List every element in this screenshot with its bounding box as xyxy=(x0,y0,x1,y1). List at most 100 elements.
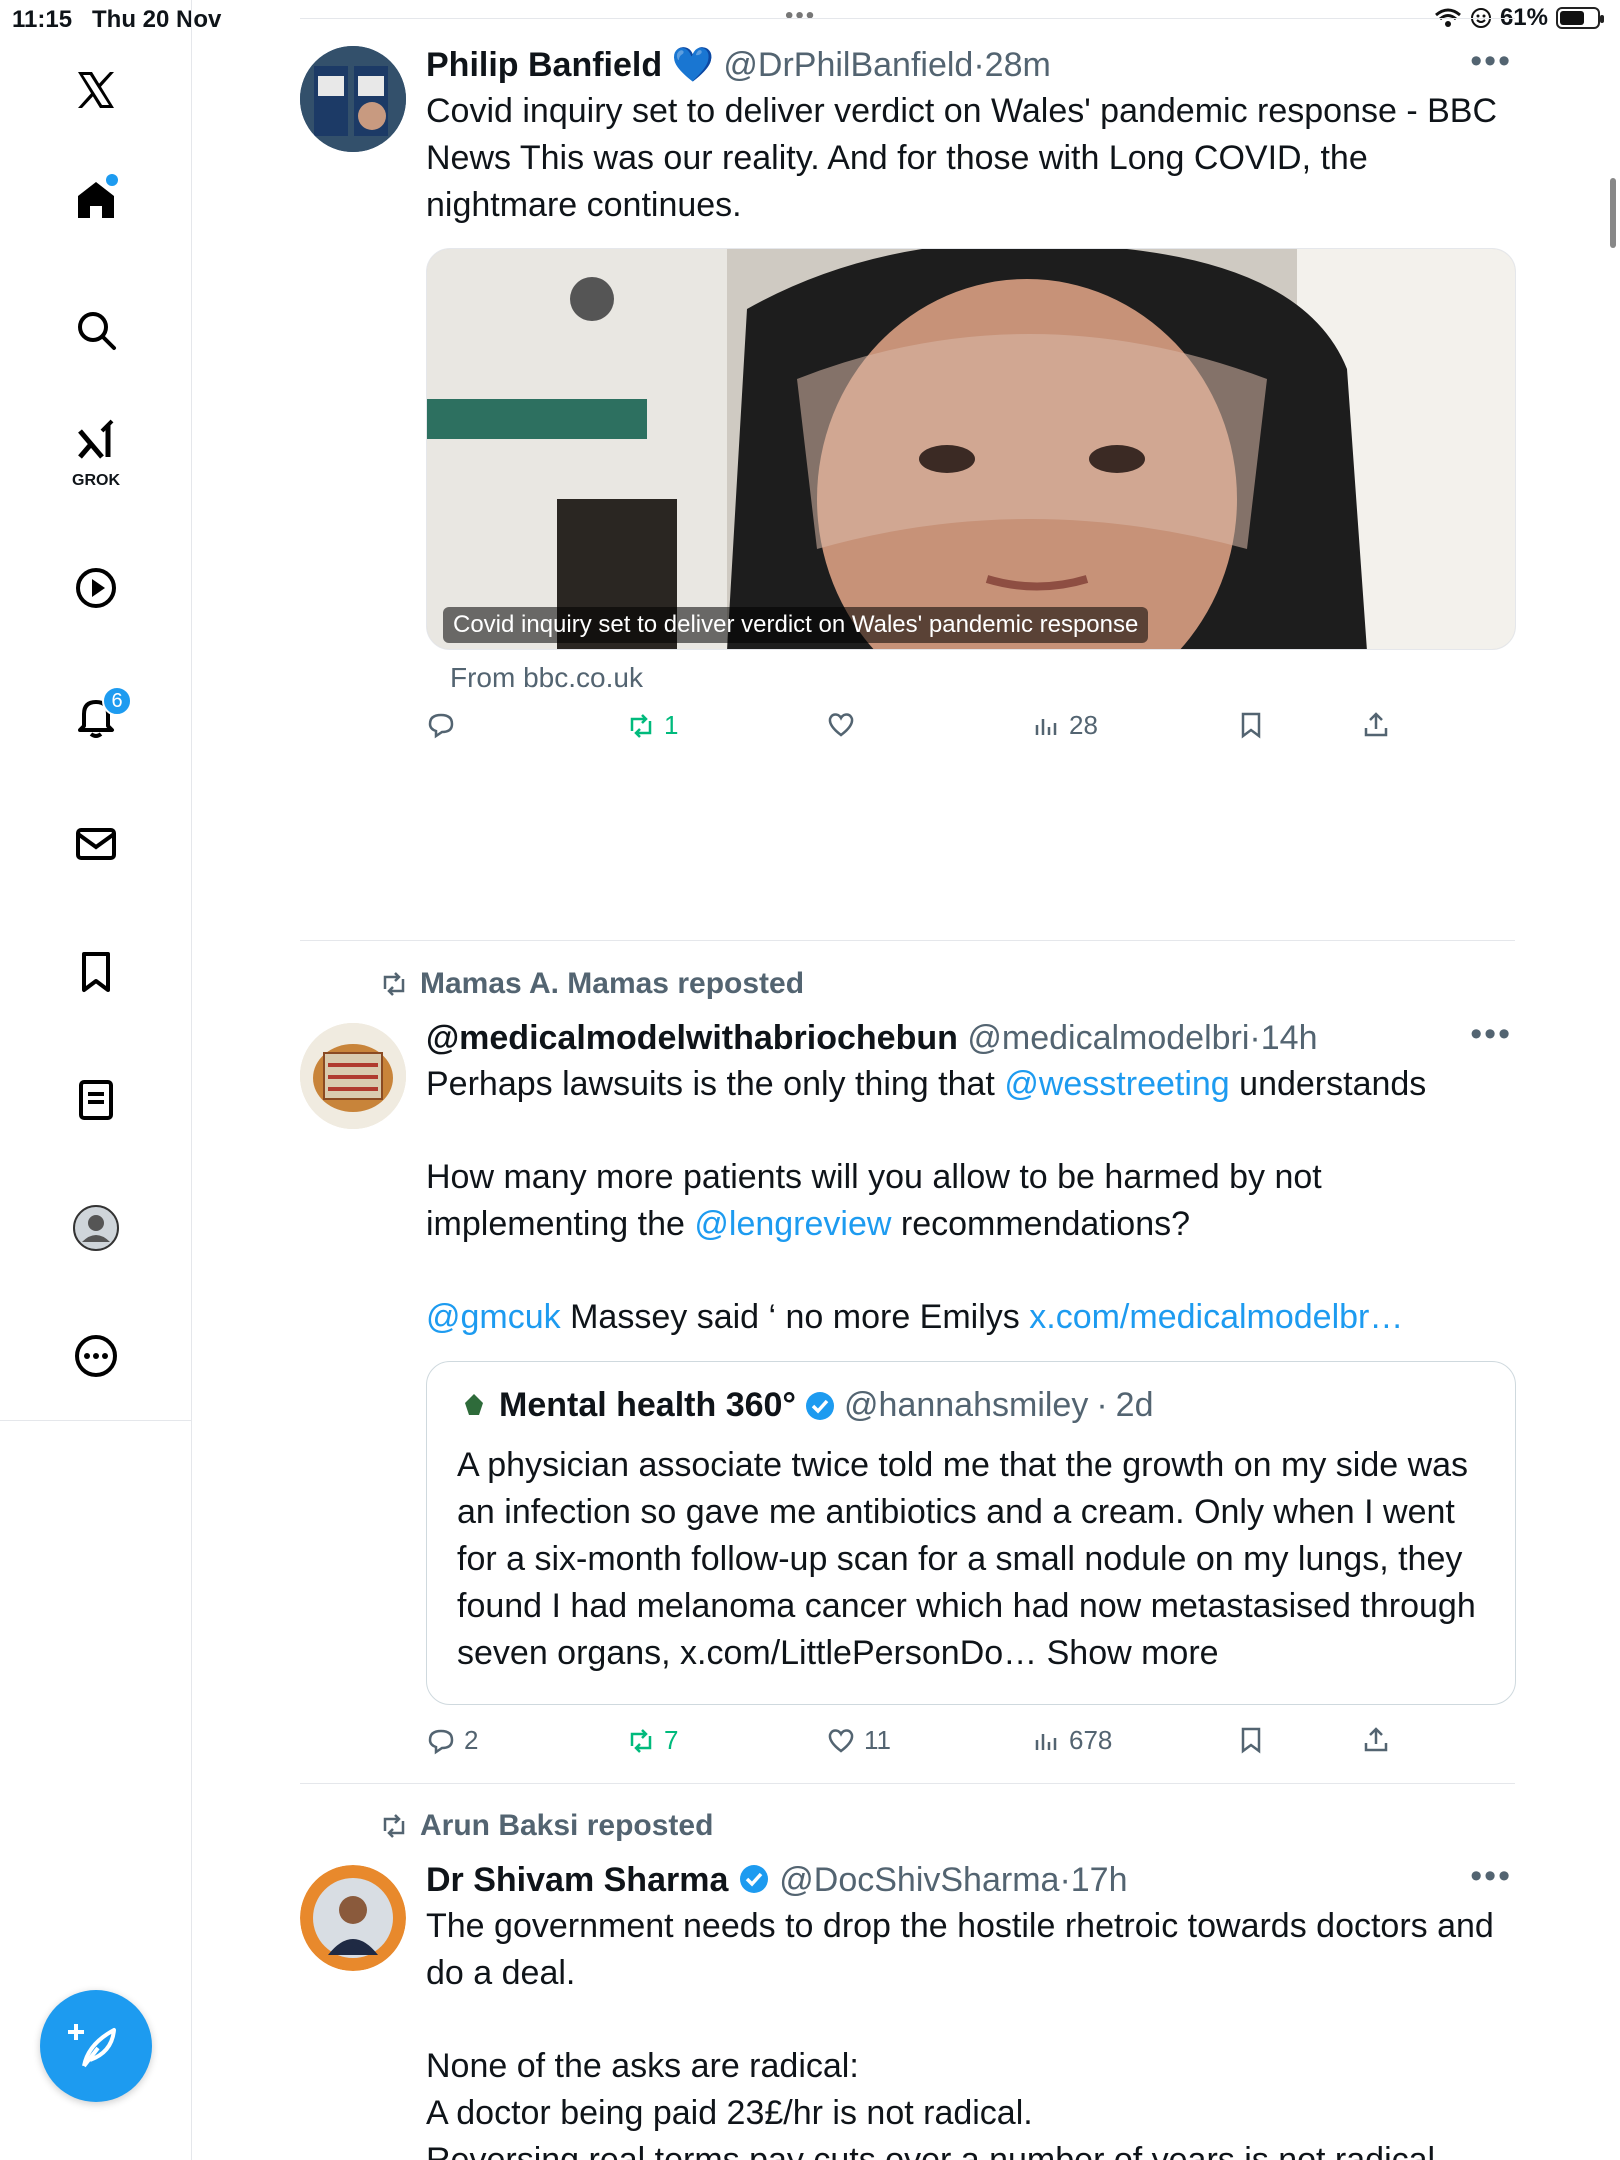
mention-link[interactable]: @wesstreeting xyxy=(1004,1065,1229,1103)
x-logo-icon[interactable] xyxy=(56,50,136,130)
author-handle[interactable]: @medicalmodelbri xyxy=(967,1019,1249,1057)
compose-feather-icon xyxy=(68,2024,116,2068)
author-handle[interactable]: @DocShivSharma xyxy=(779,1861,1059,1899)
post-content: @medicalmodelwithabriochebun @medicalmod… xyxy=(426,1015,1516,1755)
bookmark-button[interactable] xyxy=(1236,1725,1266,1755)
dot-separator: · xyxy=(1096,1386,1108,1424)
repost-icon xyxy=(630,1728,652,1753)
like-button[interactable]: 11 xyxy=(826,1725,891,1756)
link-card[interactable]: Covid inquiry set to deliver verdict on … xyxy=(426,248,1516,650)
quote-time[interactable]: 2d xyxy=(1116,1386,1154,1425)
post-time[interactable]: 28m xyxy=(985,46,1051,84)
views-count: 678 xyxy=(1069,1725,1113,1755)
mention-link[interactable]: @lengreview xyxy=(694,1205,891,1243)
reply-icon xyxy=(428,1729,454,1754)
sidebar-item-messages[interactable] xyxy=(56,804,136,884)
reply-button[interactable] xyxy=(426,710,464,740)
views-button[interactable]: 678 xyxy=(1031,1725,1112,1756)
multitask-dots-icon[interactable]: ••• xyxy=(785,2,816,30)
sidebar-item-home[interactable] xyxy=(56,160,136,240)
battery-icon xyxy=(1556,7,1604,29)
share-button[interactable] xyxy=(1361,710,1391,740)
dot-separator: · xyxy=(1249,1019,1261,1057)
post-text: The government needs to drop the hostile… xyxy=(426,1907,1494,1992)
author-handle[interactable]: @DrPhilBanfield xyxy=(723,46,973,84)
verified-badge-icon xyxy=(806,1391,835,1420)
avatar[interactable] xyxy=(300,1865,406,1971)
post-text-paragraph-2: How many more patients will you allow to… xyxy=(426,1154,1516,1248)
reposted-by[interactable]: Arun Baksi reposted xyxy=(420,1809,713,1843)
sidebar-item-bookmarks[interactable] xyxy=(56,932,136,1012)
dot-separator: · xyxy=(1059,1861,1071,1899)
sidebar-item-video[interactable] xyxy=(56,548,136,628)
quote-author-handle[interactable]: @hannahsmiley xyxy=(844,1386,1088,1425)
text-part: Massey said ‘ no more Emilys xyxy=(560,1298,1030,1336)
verified-badge-icon xyxy=(739,1865,768,1893)
post-time[interactable]: 14h xyxy=(1261,1019,1318,1057)
heart-icon xyxy=(828,1728,854,1753)
like-button[interactable] xyxy=(826,710,864,740)
reply-button[interactable]: 2 xyxy=(426,1725,478,1756)
quote-avatar xyxy=(458,1389,490,1422)
bookmark-icon xyxy=(82,952,110,992)
quote-author-name[interactable]: Mental health 360° xyxy=(499,1386,796,1425)
post-content: Philip Banfield 💙 @DrPhilBanfield·28m ••… xyxy=(426,42,1516,740)
mention-link[interactable]: @gmcuk xyxy=(426,1298,561,1336)
author-name[interactable]: Philip Banfield xyxy=(426,46,662,84)
scrollbar[interactable] xyxy=(1610,178,1616,248)
views-count: 28 xyxy=(1069,710,1098,740)
post-header: Philip Banfield 💙 @DrPhilBanfield·28m xyxy=(426,42,1516,88)
sidebar-item-search[interactable] xyxy=(56,290,136,370)
post-divider xyxy=(300,940,1515,941)
author-name[interactable]: @medicalmodelwithabriochebun xyxy=(426,1019,958,1057)
post-text-paragraph-3: @gmcuk Massey said ‘ no more Emilys x.co… xyxy=(426,1294,1516,1341)
card-source[interactable]: From bbc.co.uk xyxy=(450,662,643,694)
notifications-badge: 6 xyxy=(102,686,132,716)
status-bar: 11:15 Thu 20 Nov ••• 61% xyxy=(0,0,1620,40)
post-actions: 2 7 11 678 xyxy=(426,1725,1426,1765)
views-button[interactable]: 28 xyxy=(1031,710,1098,741)
repost-button[interactable]: 1 xyxy=(626,710,678,741)
repost-button[interactable]: 7 xyxy=(626,1725,678,1756)
heart-icon xyxy=(828,713,854,737)
home-unread-dot xyxy=(106,174,118,186)
repost-context: Mamas A. Mamas reposted xyxy=(378,967,804,1001)
avatar[interactable] xyxy=(300,46,406,152)
share-button[interactable] xyxy=(1361,1725,1391,1755)
reposted-by[interactable]: Mamas A. Mamas reposted xyxy=(420,967,804,1001)
author-name[interactable]: Dr Shivam Sharma xyxy=(426,1861,728,1899)
text-part: recommendations? xyxy=(891,1205,1191,1243)
post-header: Dr Shivam Sharma @DocShivSharma·17h xyxy=(426,1857,1516,1903)
more-options-icon[interactable]: ••• xyxy=(1470,1015,1512,1054)
post-text: Covid inquiry set to deliver verdict on … xyxy=(426,92,1498,224)
more-options-icon[interactable]: ••• xyxy=(1470,1857,1512,1896)
compose-button[interactable] xyxy=(40,1990,152,2102)
card-caption: Covid inquiry set to deliver verdict on … xyxy=(443,607,1149,643)
repost-icon xyxy=(630,713,652,738)
more-options-icon[interactable]: ••• xyxy=(1470,42,1512,81)
share-icon xyxy=(1364,712,1388,737)
quote-text: A physician associate twice told me that… xyxy=(457,1446,1476,1672)
post-content: Dr Shivam Sharma @DocShivSharma·17h ••• … xyxy=(426,1857,1516,2160)
card-image xyxy=(427,249,1515,649)
list-icon xyxy=(79,1080,113,1120)
repost-icon xyxy=(383,972,405,996)
sidebar-item-notifications[interactable]: 6 xyxy=(56,676,136,756)
reply-icon xyxy=(428,713,454,739)
sidebar-item-lists[interactable] xyxy=(56,1060,136,1140)
post-time[interactable]: 17h xyxy=(1071,1861,1128,1899)
dot-separator: · xyxy=(973,46,985,84)
like-count: 11 xyxy=(864,1725,891,1755)
repost-context: Arun Baksi reposted xyxy=(378,1809,713,1843)
grok-label: GROK xyxy=(72,472,120,489)
bookmark-outline-icon xyxy=(1241,712,1261,739)
sidebar-item-more[interactable] xyxy=(56,1316,136,1396)
url-link[interactable]: x.com/medicalmodelbr… xyxy=(1029,1298,1403,1336)
share-icon xyxy=(1364,1727,1388,1752)
sidebar-item-grok[interactable]: GROK xyxy=(56,410,136,490)
post-text-line-2: None of the asks are radical: xyxy=(426,2047,859,2085)
sidebar-item-profile[interactable] xyxy=(56,1188,136,1268)
avatar[interactable] xyxy=(300,1023,406,1129)
bookmark-button[interactable] xyxy=(1236,710,1266,740)
quoted-post[interactable]: Mental health 360° @hannahsmiley · 2d A ph… xyxy=(426,1361,1516,1705)
